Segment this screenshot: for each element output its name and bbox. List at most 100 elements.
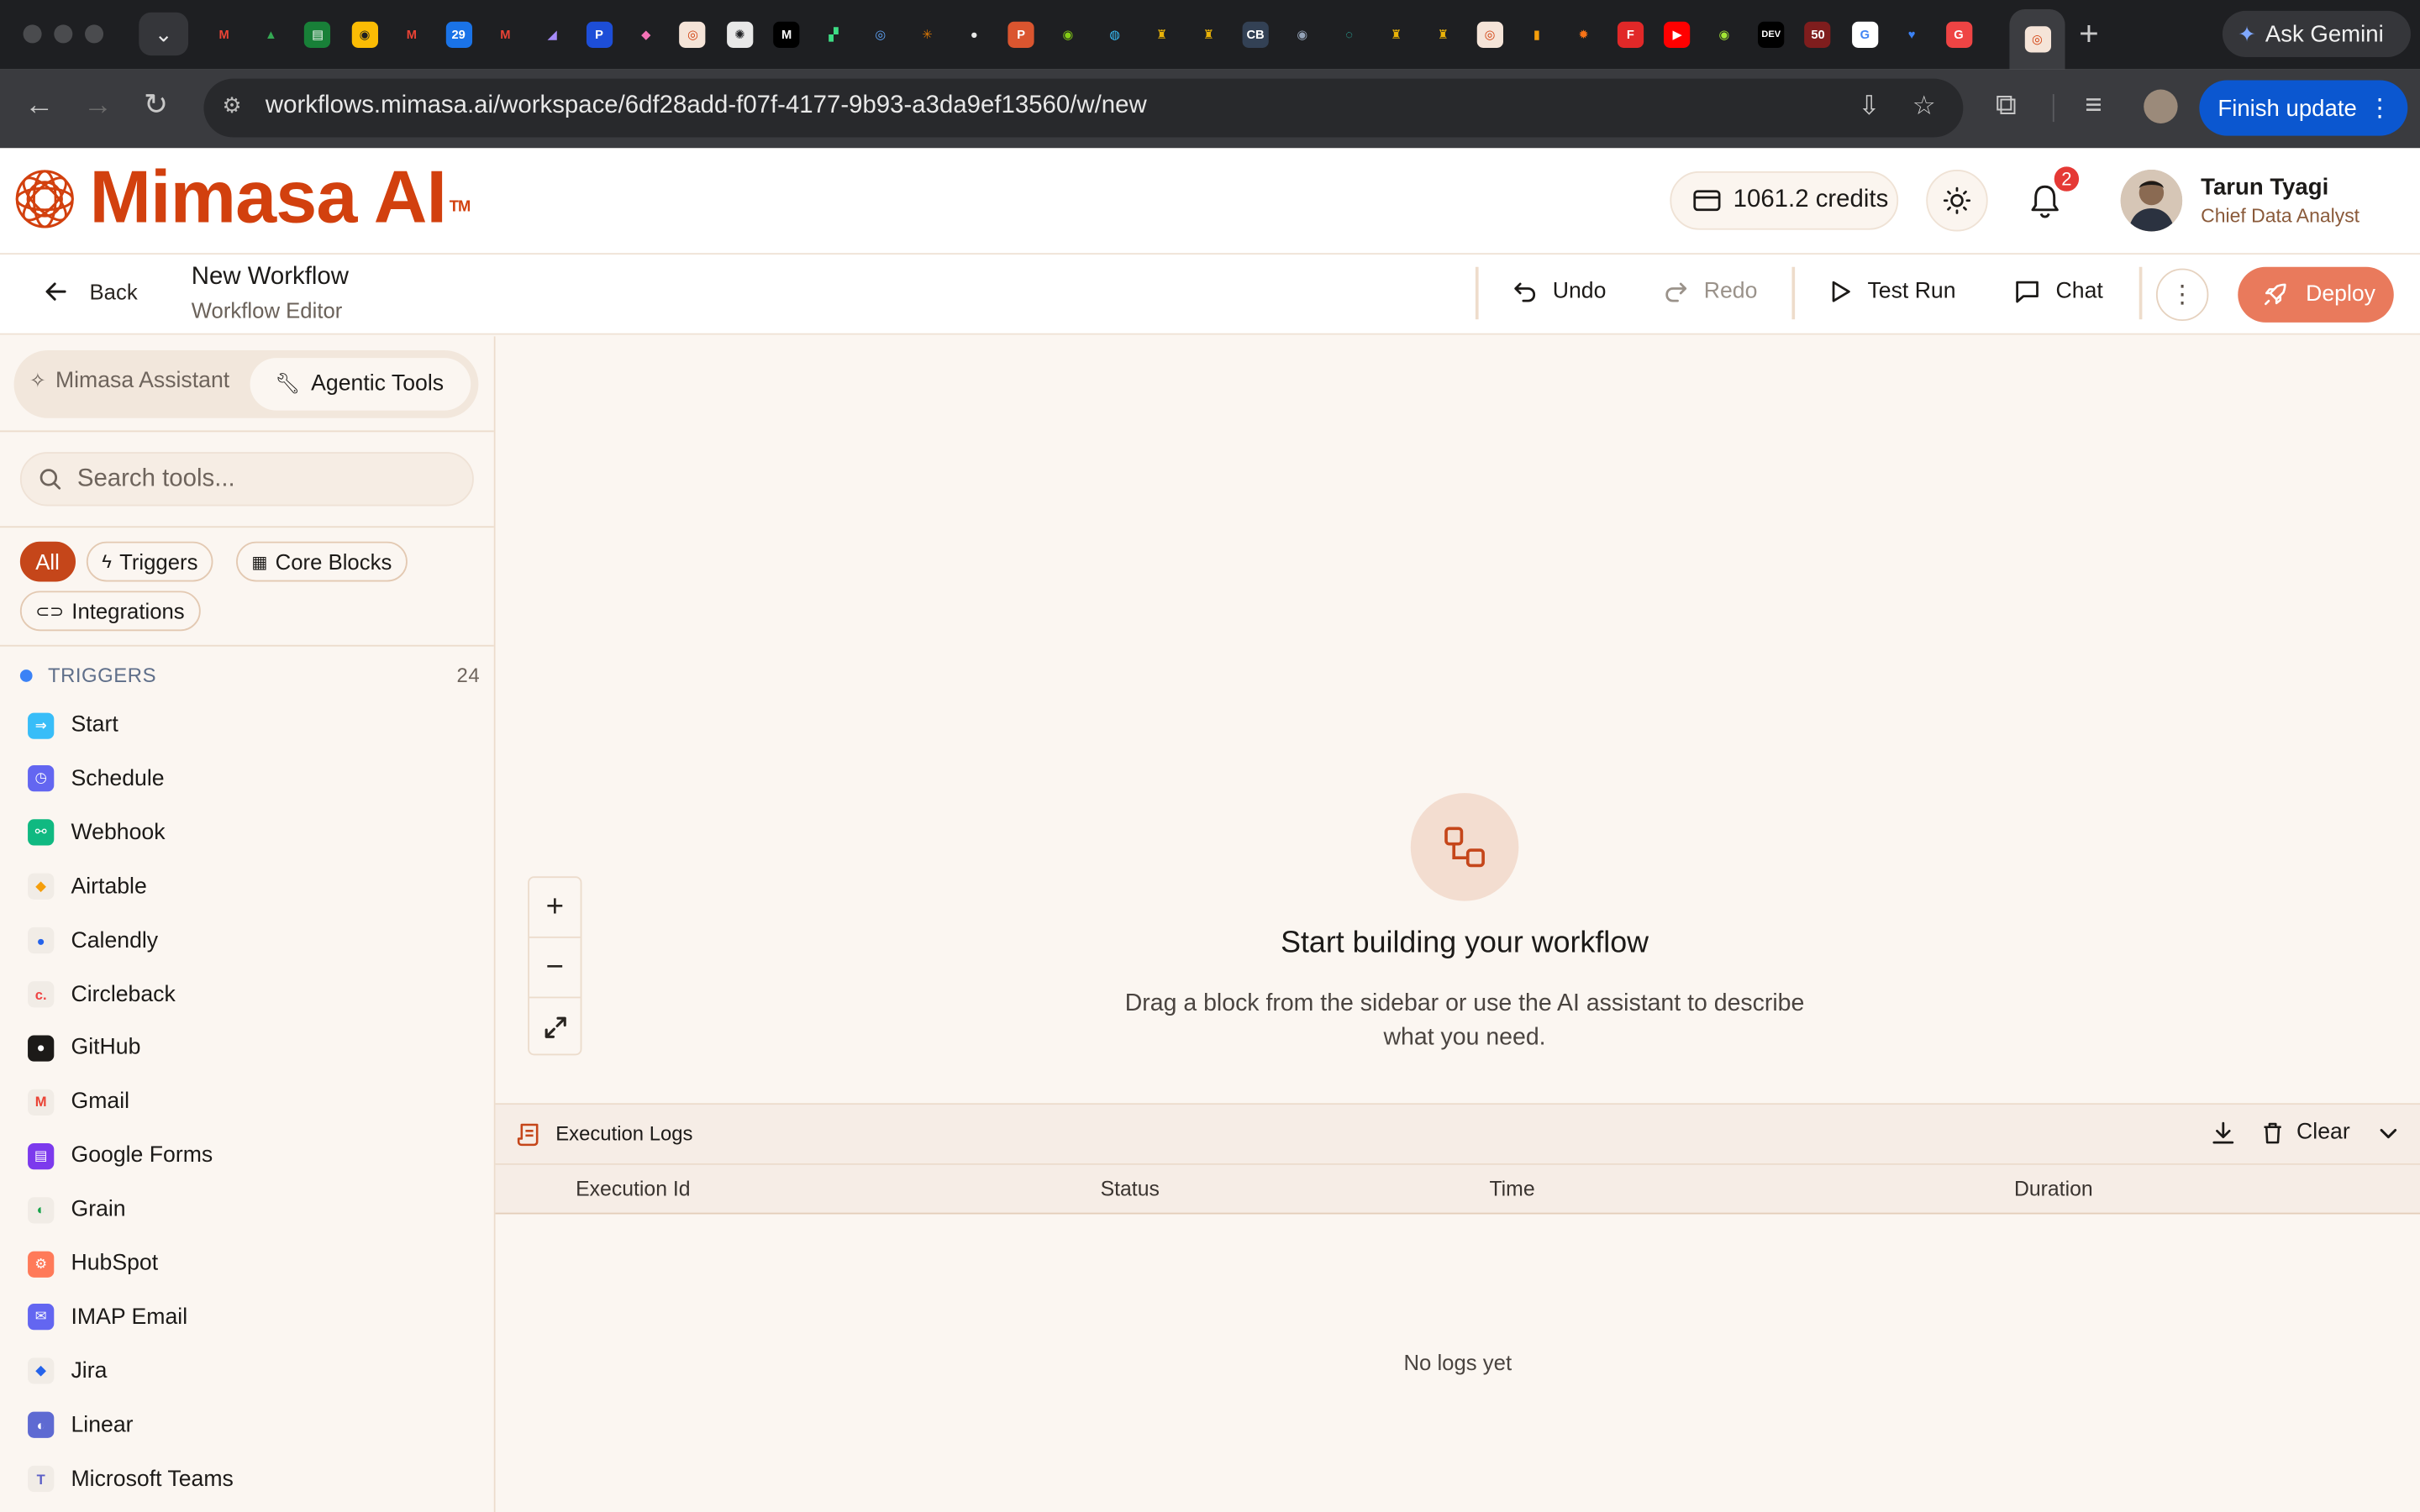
tab-favicon-app-icon[interactable]: ✹ [1570,22,1597,48]
new-tab-button[interactable]: + [2079,14,2099,52]
search-tools-input[interactable]: Search tools... [19,452,474,507]
trigger-item-hubspot[interactable]: ⚙ HubSpot [28,1245,158,1282]
tab-favicon-app-icon[interactable]: ♥ [1899,22,1925,48]
tab-favicon-app-icon[interactable]: ♜ [1430,22,1456,48]
test-run-button[interactable]: Test Run [1830,279,1956,304]
tab-favicon-claude-icon[interactable]: ✳ [914,22,940,48]
tab-favicon-app-icon[interactable]: ♜ [1383,22,1409,48]
trigger-item-schedule[interactable]: ◷ Schedule [28,760,165,797]
tab-favicon-app-icon[interactable]: ◌ [1336,22,1362,48]
user-name[interactable]: Tarun Tyagi [2201,175,2328,201]
trigger-item-webhook[interactable]: ⚯ Webhook [28,814,166,851]
bookmark-star-icon[interactable]: ☆ [1912,91,1936,122]
tab-favicon-app-icon[interactable]: P [586,21,613,48]
tab-favicon-sheets-icon[interactable]: ▤ [304,21,331,48]
trigger-item-imap-email[interactable]: ✉ IMAP Email [28,1299,187,1336]
tab-favicon-keep-icon[interactable]: ◉ [351,21,378,48]
undo-button[interactable]: Undo [1512,279,1606,304]
trigger-item-airtable[interactable]: ◆ Airtable [28,869,147,906]
trigger-item-google-forms[interactable]: ▤ Google Forms [28,1137,213,1174]
tab-mimasa-assistant[interactable]: ✧ Mimasa Assistant [29,369,229,393]
tab-favicon-openai-icon[interactable]: ✺ [726,21,753,48]
credits-badge[interactable]: 1061.2 credits [1670,171,1899,230]
trigger-item-circleback[interactable]: c. Circleback [28,976,176,1013]
tab-favicon-mimasa-icon[interactable]: ◎ [679,21,707,48]
trigger-item-start[interactable]: ⇒ Start [28,706,118,743]
back-arrow-icon[interactable]: ← [24,88,54,125]
tab-favicon-github-icon[interactable]: ● [961,22,987,48]
window-zoom-button[interactable] [85,24,104,44]
tab-favicon-dev-icon[interactable]: DEV [1758,21,1785,48]
tab-favicon-app-icon[interactable]: ◉ [1289,22,1315,48]
theme-toggle-button[interactable] [1926,170,1988,232]
tab-search-button[interactable]: ⌄ [139,12,189,56]
trigger-item-linear[interactable]: ◐ Linear [28,1407,134,1444]
tab-favicon-youtube-icon[interactable]: ▶ [1664,21,1691,48]
trash-icon[interactable] [2260,1120,2286,1146]
tab-favicon-flipboard-icon[interactable]: F [1617,21,1644,48]
extensions-icon[interactable]: ⧉ [1996,88,2017,125]
tab-favicon-app-icon[interactable]: 50 [1804,21,1832,48]
workflow-title[interactable]: New Workflow [192,264,349,291]
tab-favicon-google-icon[interactable]: G [1851,21,1878,48]
tab-favicon-gmail-icon[interactable]: M [211,22,237,48]
tab-favicon-app-icon[interactable]: ◎ [867,22,893,48]
tab-favicon-drive-icon[interactable]: ▲ [258,22,284,48]
tab-favicon-app-icon[interactable]: ◉ [1055,22,1081,48]
more-options-button[interactable]: ⋮ [2155,268,2209,322]
trigger-item-jira[interactable]: ◆ Jira [28,1352,107,1389]
media-controls-icon[interactable]: ≡ [2085,88,2102,125]
window-close-button[interactable] [23,24,42,44]
trigger-item-grain[interactable]: ◐ Grain [28,1191,126,1228]
tab-favicon-app-icon[interactable]: ◉ [1711,22,1737,48]
brand-name[interactable]: Mimasa AI TM [90,155,471,244]
filter-triggers-chip[interactable]: ϟ Triggers [86,541,213,582]
tab-favicon-product-hunt-icon[interactable]: P [1007,21,1034,48]
tab-favicon-app-icon[interactable]: ◆ [633,22,659,48]
tab-favicon-calendar-icon[interactable]: 29 [445,21,472,48]
trigger-item-github[interactable]: ● GitHub [28,1030,140,1067]
tab-favicon-app-icon[interactable]: ◢ [539,22,566,48]
browser-profile-avatar[interactable] [2144,89,2178,123]
tab-favicon-cb-icon[interactable]: CB [1242,21,1269,48]
back-button[interactable]: Back [43,279,138,304]
tab-favicon-gmail-icon[interactable]: M [398,22,424,48]
filter-integrations-chip[interactable]: ⊂⊃ Integrations [19,591,201,632]
fit-view-button[interactable] [529,998,581,1057]
workflow-canvas[interactable]: + − Start building your workflow Drag a … [495,336,2420,1104]
filter-core-blocks-chip[interactable]: ▦ Core Blocks [236,541,408,582]
tab-favicon-app-icon[interactable]: G [1945,21,1972,48]
zoom-out-button[interactable]: − [529,938,581,997]
filter-all-chip[interactable]: All [19,541,76,582]
install-app-icon[interactable]: ⇩ [1858,91,1880,122]
user-avatar[interactable] [2120,170,2183,232]
ask-gemini-button[interactable]: ✦ Ask Gemini [2222,10,2411,57]
tab-favicon-mimasa-icon[interactable]: ◎ [1476,21,1503,48]
tab-favicon-app-icon[interactable]: ♜ [1149,22,1175,48]
tab-favicon-app-icon[interactable]: ♜ [1196,22,1222,48]
finish-update-button[interactable]: Finish update ⋮ [2199,80,2408,136]
active-tab[interactable]: ◎ [2009,9,2065,70]
trigger-item-calendly[interactable]: ● Calendly [28,922,158,959]
tab-favicon-analytics-icon[interactable]: ▮ [1523,22,1549,48]
clear-logs-button[interactable]: Clear [2296,1120,2350,1144]
execution-logs-bar[interactable]: Execution Logs Clear [495,1103,2420,1163]
tab-agentic-tools[interactable]: 🔧︎ Agentic Tools [250,358,471,411]
zoom-in-button[interactable]: + [529,878,581,937]
tab-favicon-app-icon[interactable]: ▞ [820,22,846,48]
deploy-button[interactable]: Deploy [2238,266,2394,323]
redo-button[interactable]: Redo [1664,279,1757,304]
site-info-icon[interactable]: ⚙ [222,92,241,118]
tab-favicon-gmail-icon[interactable]: M [492,22,518,48]
trigger-item-microsoft-teams[interactable]: T Microsoft Teams [28,1461,234,1498]
window-minimize-button[interactable] [54,24,73,44]
download-icon[interactable] [2210,1120,2236,1146]
tab-favicon-medium-icon[interactable]: M [773,21,800,48]
chat-button[interactable]: Chat [2014,279,2103,304]
tab-favicon-app-icon[interactable]: ◍ [1102,22,1128,48]
trigger-item-gmail[interactable]: M Gmail [28,1084,129,1121]
triggers-section-header[interactable]: TRIGGERS 24 [19,664,480,688]
forward-arrow-icon[interactable]: → [83,88,113,125]
chevron-down-icon[interactable] [2375,1120,2402,1146]
reload-icon[interactable]: ↻ [144,88,168,125]
